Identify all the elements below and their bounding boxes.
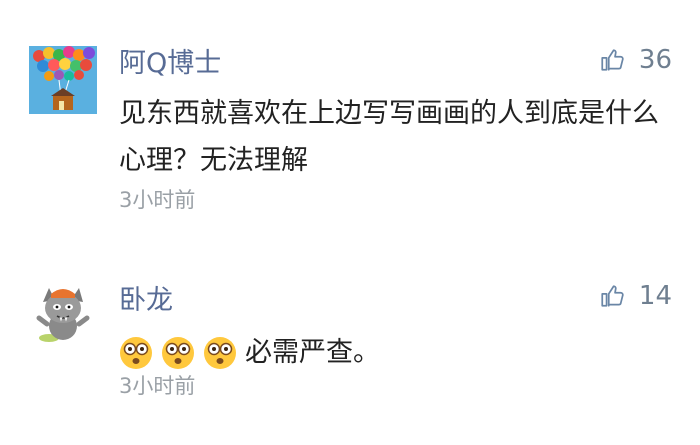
username[interactable]: 阿Q博士: [119, 50, 221, 77]
timestamp: 3小时前: [119, 188, 196, 212]
balloon-house-avatar-icon: [29, 46, 97, 114]
thumbs-up-icon: [601, 49, 624, 71]
comment-text-row: 必需严查。: [119, 329, 679, 376]
comment-item: 阿Q博士 36 见东西就喜欢在上边写写画画的人到底是什么心理？无法理解 3小时前: [0, 0, 700, 250]
comment-text: 见东西就喜欢在上边写写画画的人到底是什么心理？无法理解: [119, 98, 659, 176]
like-button[interactable]: 14: [599, 283, 672, 309]
like-count: 36: [638, 45, 672, 75]
username[interactable]: 卧龙: [119, 287, 173, 314]
comment-text: 必需严查。: [245, 337, 380, 368]
avatar[interactable]: [29, 46, 97, 114]
like-button[interactable]: 36: [599, 47, 672, 73]
like-count: 14: [638, 281, 672, 311]
shocked-face-emoji-icon: [120, 336, 152, 369]
avatar[interactable]: [29, 278, 97, 346]
comment-item: 卧龙 14 必需严查。 3小时前: [0, 250, 700, 445]
shocked-face-emoji-icon: [204, 336, 236, 369]
shocked-face-emoji-icon: [162, 336, 194, 369]
thumbs-up-icon: [601, 285, 624, 307]
cartoon-wolf-avatar-icon: [29, 278, 97, 346]
timestamp: 3小时前: [119, 374, 196, 398]
